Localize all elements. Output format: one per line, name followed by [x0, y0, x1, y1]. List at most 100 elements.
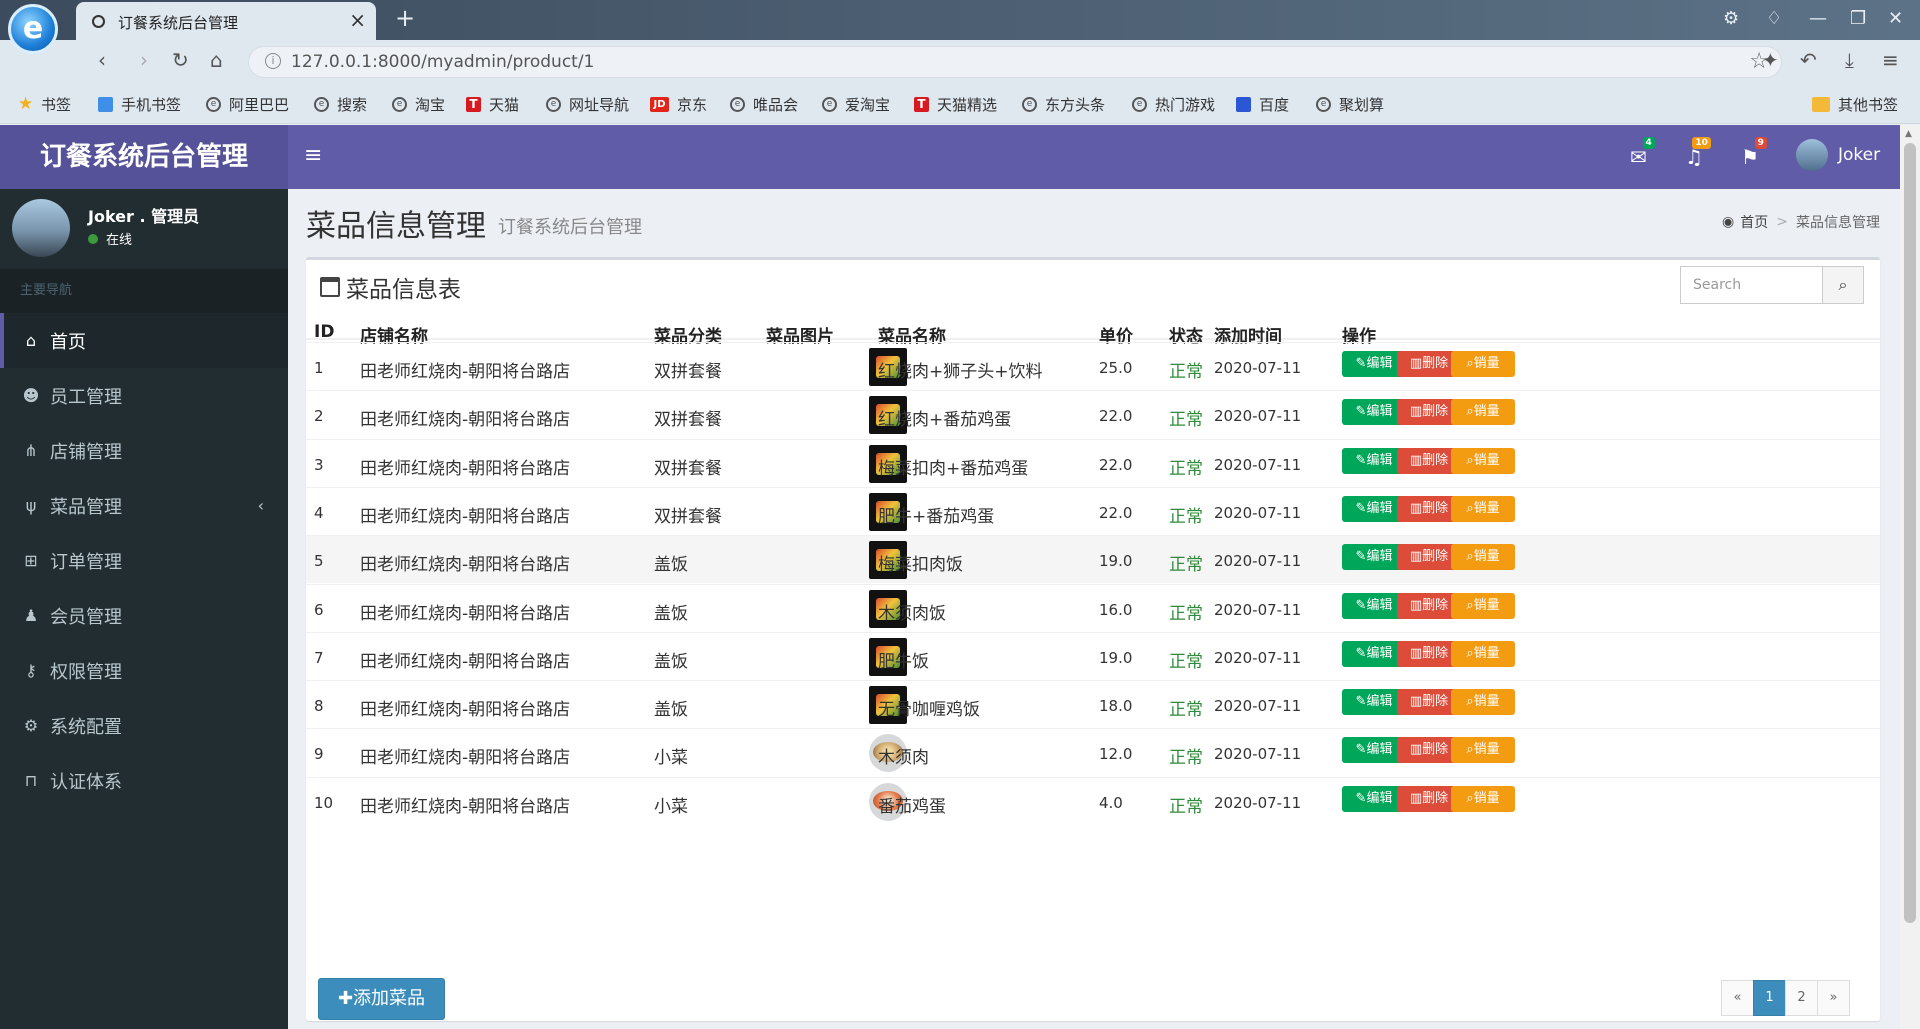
edit-icon: ✎	[1355, 742, 1367, 758]
bookmark-item[interactable]: 百度	[1236, 94, 1289, 115]
box-title-text: 菜品信息表	[346, 277, 461, 303]
address-bar[interactable]: i 127.0.0.1:8000/myadmin/product/1 ☆	[248, 46, 1782, 78]
sales-button[interactable]: ⌕销量	[1451, 592, 1515, 619]
mail-icon[interactable]: ✉ 4	[1630, 137, 1655, 169]
browser-nav-bar: ‹ › ↻ ⌂ i 127.0.0.1:8000/myadmin/product…	[0, 40, 1920, 84]
sales-label: 销量	[1473, 645, 1500, 661]
sales-button[interactable]: ⌕销量	[1451, 544, 1515, 571]
bookmark-item[interactable]: e 阿里巴巴	[206, 94, 289, 115]
sidebar-toggle-icon[interactable]: ≡	[304, 143, 322, 168]
new-tab-icon[interactable]: +	[395, 4, 415, 32]
table-row: 9 田老师红烧肉-朝阳将台路店 小菜 木须肉 12.0 正常 2020-07-11 ✎编辑 ▥删…	[306, 728, 1880, 776]
cell-shop: 田老师红烧肉-朝阳将台路店	[360, 458, 571, 479]
restore-icon[interactable]: ❐	[1850, 8, 1866, 29]
minimize-icon[interactable]: —	[1809, 8, 1827, 29]
bookmark-item[interactable]: ★ 书签	[18, 94, 71, 115]
sidebar-item-members[interactable]: ♟ 会员管理	[0, 588, 288, 643]
bookmark-item[interactable]: e 东方头条	[1022, 94, 1105, 115]
bookmark-item[interactable]: e 聚划算	[1316, 94, 1384, 115]
sidebar-item-permissions[interactable]: ⚷ 权限管理	[0, 643, 288, 698]
search-input[interactable]	[1681, 267, 1823, 303]
bell-icon[interactable]: ♫ 10	[1685, 137, 1711, 169]
table-row: 10 田老师红烧肉-朝阳将台路店 小菜 番茄鸡蛋 4.0 正常 2020-07-11 ✎编辑 ▥…	[306, 776, 1880, 825]
undo-icon[interactable]: ↶	[1800, 48, 1817, 72]
extensions-icon[interactable]: ⚙	[1723, 8, 1739, 29]
trash-icon: ▥	[1409, 356, 1423, 371]
sidebar: Joker . 管理员 在线 主要导航 ⌂ 首页 ☻ 员工管理 ⋔ 店铺管理 ψ 菜品管…	[0, 189, 288, 1029]
scroll-up-icon[interactable]: ▲	[1905, 129, 1912, 139]
download-icon[interactable]: ⤓	[1845, 48, 1854, 72]
user-menu[interactable]: Joker	[1796, 139, 1880, 171]
search-icon[interactable]: ⌕	[1823, 267, 1863, 303]
page-subtitle: 订餐系统后台管理	[498, 217, 642, 238]
sales-button[interactable]: ⌕销量	[1451, 447, 1515, 474]
cell-id: 4	[314, 503, 324, 522]
bookmark-item[interactable]: e 热门游戏	[1132, 94, 1215, 115]
browser-tab[interactable]: 订餐系统后台管理 ×	[76, 2, 376, 40]
shirt-icon[interactable]: ♢	[1766, 8, 1782, 29]
pagination: «1 2»	[1721, 980, 1850, 1016]
bookmark-item[interactable]: JD 京东	[650, 94, 707, 115]
sidebar-item-home[interactable]: ⌂ 首页	[0, 313, 288, 368]
page-link[interactable]: 2	[1785, 980, 1818, 1016]
bookmark-item[interactable]: e 唯品会	[730, 94, 798, 115]
scrollbar-thumb[interactable]	[1904, 143, 1916, 923]
sidebar-item-staff[interactable]: ☻ 员工管理	[0, 368, 288, 423]
other-bookmarks[interactable]: 其他书签	[1812, 94, 1898, 115]
cell-price: 22.0	[1099, 503, 1133, 522]
puzzle-icon[interactable]: ✦	[1762, 48, 1779, 72]
chevron-left-icon: ‹	[257, 496, 264, 515]
cell-category: 小菜	[654, 748, 688, 769]
page-link[interactable]: «	[1721, 980, 1754, 1016]
jd-icon: JD	[650, 97, 669, 112]
page-scrollbar[interactable]: ▲	[1900, 125, 1920, 1029]
sales-button[interactable]: ⌕销量	[1451, 640, 1515, 667]
menu-icon[interactable]: ≡	[1882, 48, 1899, 72]
bookmark-item[interactable]: e 淘宝	[392, 94, 445, 115]
reload-icon[interactable]: ↻	[172, 48, 189, 72]
bookmark-item[interactable]: 手机书签	[98, 94, 181, 115]
plus-icon: ✚	[337, 988, 354, 1009]
bookmark-label: 淘宝	[415, 96, 446, 114]
app-logo[interactable]: 订餐系统后台管理	[0, 125, 288, 189]
browser-logo-icon: e	[8, 4, 58, 54]
sidebar-item-shops[interactable]: ⋔ 店铺管理	[0, 423, 288, 478]
trash-icon: ▥	[1409, 597, 1423, 613]
edit-label: 编辑	[1366, 500, 1393, 516]
site-info-icon[interactable]: i	[265, 53, 281, 69]
sidebar-item-orders[interactable]: ⊞ 订单管理	[0, 533, 288, 588]
cell-status: 正常	[1169, 748, 1203, 769]
sales-button[interactable]: ⌕销量	[1451, 689, 1515, 716]
add-dish-button[interactable]: ✚添加菜品	[318, 978, 445, 1020]
sidebar-item-auth[interactable]: ⊓ 认证体系	[0, 753, 288, 808]
page-link[interactable]: »	[1817, 980, 1850, 1016]
home-icon[interactable]: ⌂	[210, 48, 223, 72]
bookmark-item[interactable]: e 网址导航	[546, 94, 629, 115]
sales-button[interactable]: ⌕销量	[1451, 495, 1515, 522]
breadcrumb-home[interactable]: 首页	[1740, 212, 1768, 232]
sales-button[interactable]: ⌕销量	[1451, 785, 1515, 812]
sidebar-item-config[interactable]: ⚙ 系统配置	[0, 698, 288, 753]
phone-icon	[98, 97, 113, 112]
sales-label: 销量	[1473, 500, 1500, 516]
sales-button[interactable]: ⌕销量	[1451, 737, 1515, 764]
delete-label: 删除	[1422, 742, 1449, 758]
cell-status: 正常	[1169, 555, 1203, 576]
tab-close-icon[interactable]: ×	[349, 8, 366, 32]
forward-icon[interactable]: ›	[140, 48, 148, 72]
sales-button[interactable]: ⌕销量	[1451, 399, 1515, 426]
bookmark-item[interactable]: e 搜索	[314, 94, 367, 115]
page-link[interactable]: 1	[1753, 980, 1786, 1016]
window-close-icon[interactable]: ✕	[1888, 8, 1903, 29]
bookmark-item[interactable]: e 爱淘宝	[822, 94, 890, 115]
bookmark-item[interactable]: T 天猫精选	[914, 94, 997, 115]
flag-icon[interactable]: ⚑ 9	[1741, 137, 1767, 169]
cell-id: 5	[314, 552, 324, 571]
trash-icon: ▥	[1409, 549, 1423, 565]
sidebar-item-dishes[interactable]: ψ 菜品管理 ‹	[0, 478, 288, 533]
cell-category: 双拼套餐	[654, 506, 722, 527]
bookmark-item[interactable]: T 天猫	[466, 94, 519, 115]
back-icon[interactable]: ‹	[98, 48, 106, 72]
sales-button[interactable]: ⌕销量	[1451, 351, 1515, 377]
trash-icon: ▥	[1409, 404, 1423, 420]
